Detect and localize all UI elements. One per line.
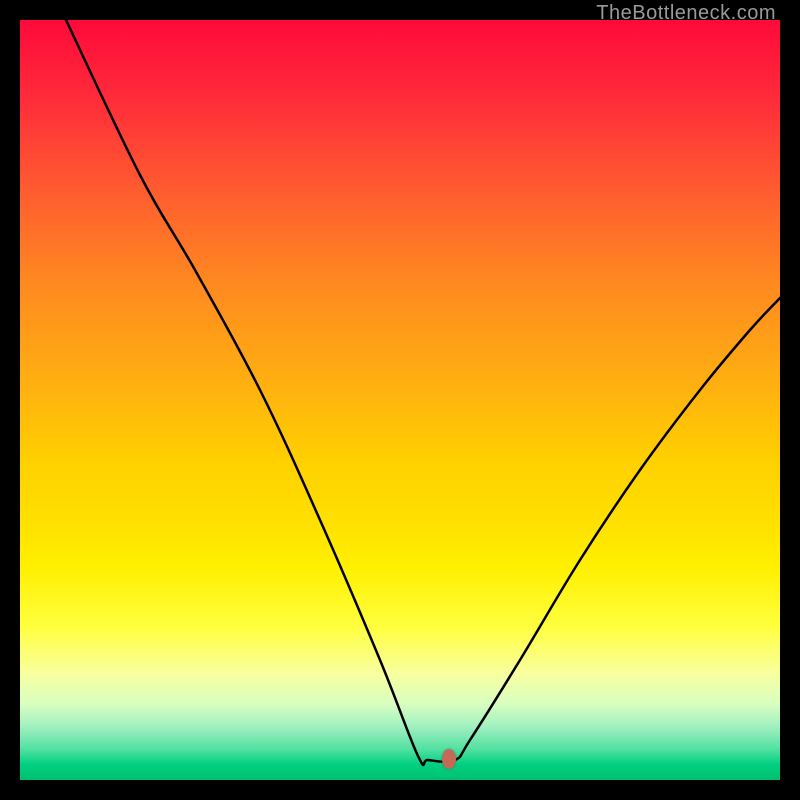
optimum-marker — [442, 749, 456, 769]
chart-frame: TheBottleneck.com — [0, 0, 800, 800]
bottleneck-curve — [20, 20, 780, 780]
plot-area — [20, 20, 780, 780]
